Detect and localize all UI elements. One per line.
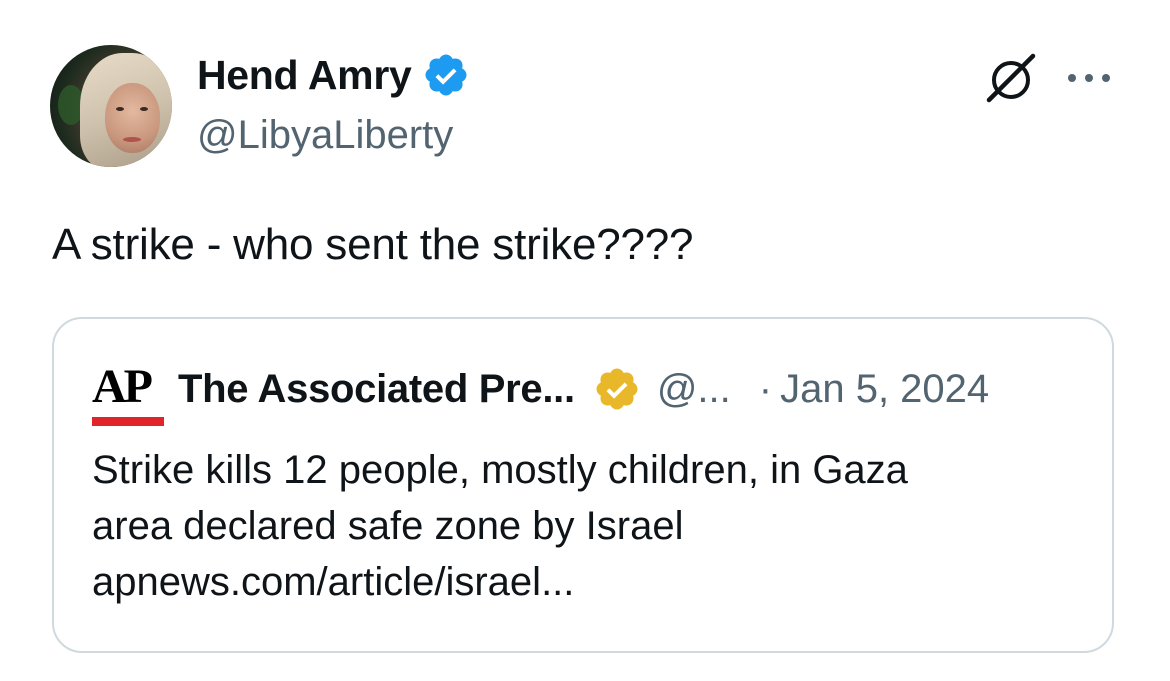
quoted-text-line: area declared safe zone by Israel xyxy=(92,504,684,548)
quoted-link[interactable]: apnews.com/article/israel... xyxy=(92,554,1082,610)
quoted-author-handle[interactable]: @... xyxy=(657,367,731,412)
tweet-text: A strike - who sent the strike???? xyxy=(52,220,694,269)
dot-separator: · xyxy=(758,366,773,411)
grok-icon[interactable] xyxy=(983,50,1039,106)
author-handle[interactable]: @LibyaLiberty xyxy=(197,110,453,160)
gold-verified-badge-icon xyxy=(596,368,638,410)
tweet: Hend Amry @LibyaLiberty A strike - who s… xyxy=(0,0,1170,681)
ap-logo-bar xyxy=(92,417,164,426)
quoted-tweet-text: Strike kills 12 people, mostly children,… xyxy=(92,442,1082,610)
ap-logo-text: AP xyxy=(92,360,153,413)
avatar[interactable] xyxy=(50,45,172,167)
verified-badge-icon xyxy=(425,54,466,96)
quoted-author-name[interactable]: The Associated Pre... xyxy=(178,367,575,412)
quoted-tweet-date[interactable]: Jan 5, 2024 xyxy=(780,367,989,412)
author-display-name[interactable]: Hend Amry xyxy=(197,50,412,100)
author-name[interactable]: Hend Amry xyxy=(197,50,470,100)
quoted-tweet-header: The Associated Pre... @... · Jan 5, 2024 xyxy=(178,364,989,414)
quoted-tweet-card[interactable]: AP The Associated Pre... @... · Jan 5, 2… xyxy=(52,317,1114,653)
more-options-icon[interactable] xyxy=(1065,70,1113,86)
ap-logo: AP xyxy=(92,360,164,427)
quoted-text-line: Strike kills 12 people, mostly children,… xyxy=(92,448,908,492)
